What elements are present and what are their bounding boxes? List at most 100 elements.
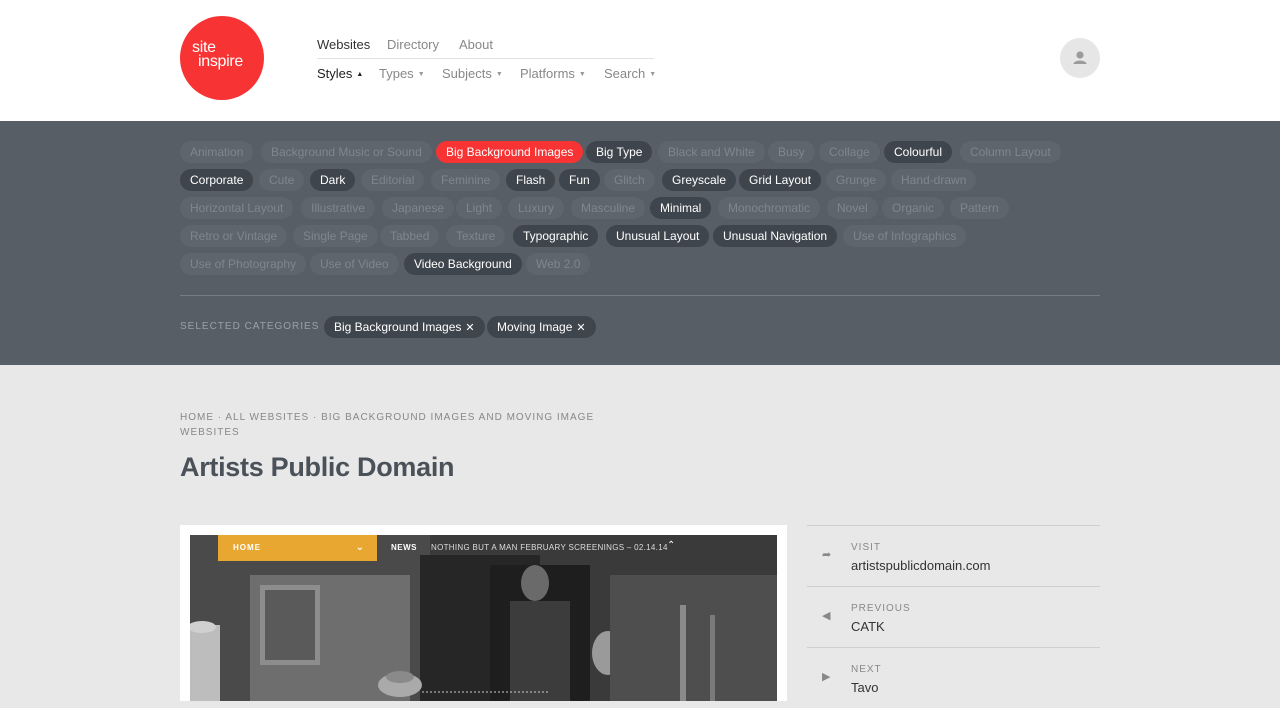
tag-horizontal-layout[interactable]: Horizontal Layout	[180, 197, 294, 219]
page-title: Artists Public Domain	[180, 452, 455, 482]
tag-dark[interactable]: Dark	[310, 169, 356, 191]
nav-about[interactable]: About	[459, 37, 493, 52]
caret-down-icon: ▼	[649, 71, 657, 78]
tag-collage[interactable]: Collage	[819, 141, 880, 163]
site-sidebar: ➦ VISIT artistspublicdomain.com ◀ PREVIO…	[807, 525, 1100, 708]
tag-texture[interactable]: Texture	[446, 225, 506, 247]
chevron-up-icon: ⌃	[667, 540, 676, 551]
tag-use-of-photography[interactable]: Use of Photography	[180, 253, 307, 275]
tag-background-music[interactable]: Background Music or Sound	[261, 141, 432, 163]
primary-nav: Websites Directory About	[317, 36, 654, 59]
tag-video-background[interactable]: Video Background	[404, 253, 522, 275]
logo-text-inspire: inspire	[198, 53, 244, 70]
tag-use-of-infographics[interactable]: Use of Infographics	[843, 225, 967, 247]
tag-illustrative[interactable]: Illustrative	[301, 197, 376, 219]
nav-subjects-label: Subjects	[442, 66, 492, 81]
next-site-name[interactable]: Tavo	[851, 680, 878, 695]
mini-home-label: HOME	[233, 543, 261, 552]
tag-big-type[interactable]: Big Type	[586, 141, 653, 163]
previous-label: PREVIOUS	[851, 603, 911, 614]
tag-unusual-layout[interactable]: Unusual Layout	[606, 225, 710, 247]
tag-pattern[interactable]: Pattern	[950, 197, 1009, 219]
nav-styles-label: Styles	[317, 66, 353, 81]
previous-site-name[interactable]: CATK	[851, 619, 885, 634]
nav-platforms-label: Platforms	[520, 66, 575, 81]
tag-greyscale[interactable]: Greyscale	[662, 169, 737, 191]
visit-url[interactable]: artistspublicdomain.com	[851, 558, 990, 573]
styles-filter-panel: Animation Background Music or Sound Big …	[0, 121, 1280, 365]
tag-cute[interactable]: Cute	[259, 169, 305, 191]
tag-japanese[interactable]: Japanese	[382, 197, 455, 219]
caret-down-icon: ▼	[578, 71, 586, 78]
user-account-button[interactable]	[1060, 38, 1100, 78]
mini-news-ticker: NOTHING BUT A MAN FEBRUARY SCREENINGS – …	[431, 543, 668, 552]
selected-tag-moving-image[interactable]: Moving Image ✕	[487, 316, 596, 338]
user-icon	[1073, 51, 1087, 64]
tag-busy[interactable]: Busy	[768, 141, 815, 163]
visit-label: VISIT	[851, 542, 882, 553]
nav-platforms[interactable]: Platforms ▼	[520, 66, 586, 81]
filter-divider	[180, 295, 1100, 296]
remove-icon[interactable]: ✕	[465, 322, 474, 334]
nav-websites[interactable]: Websites	[317, 37, 370, 52]
visit-link[interactable]: ➦ VISIT artistspublicdomain.com	[807, 525, 1100, 586]
nav-types[interactable]: Types ▼	[379, 66, 425, 81]
tag-glitch[interactable]: Glitch	[604, 169, 655, 191]
selected-tag-big-background-images[interactable]: Big Background Images ✕	[324, 316, 485, 338]
caret-down-icon: ▼	[417, 71, 425, 78]
tag-editorial[interactable]: Editorial	[361, 169, 425, 191]
selected-tag-label: Big Background Images	[334, 320, 462, 334]
caret-down-icon: ▼	[495, 71, 503, 78]
mini-home-menu: HOME ⌄	[218, 535, 377, 561]
remove-icon[interactable]: ✕	[576, 322, 585, 334]
tag-grid-layout[interactable]: Grid Layout	[739, 169, 822, 191]
tag-minimal[interactable]: Minimal	[650, 197, 712, 219]
share-arrow-icon: ➦	[822, 549, 832, 561]
triangle-right-icon: ▶	[822, 671, 831, 683]
previous-link[interactable]: ◀ PREVIOUS CATK	[807, 586, 1100, 647]
tag-colourful[interactable]: Colourful	[884, 141, 953, 163]
tag-corporate[interactable]: Corporate	[180, 169, 254, 191]
tag-flash[interactable]: Flash	[506, 169, 556, 191]
tag-use-of-video[interactable]: Use of Video	[310, 253, 399, 275]
selected-categories-label: SELECTED CATEGORIES	[180, 321, 320, 332]
nav-search-label: Search	[604, 66, 646, 81]
tag-monochromatic[interactable]: Monochromatic	[718, 197, 821, 219]
triangle-left-icon: ◀	[822, 610, 831, 622]
breadcrumb[interactable]: HOME · ALL WEBSITES · BIG BACKGROUND IMA…	[180, 410, 620, 440]
nav-search[interactable]: Search ▼	[604, 66, 656, 81]
tag-retro-or-vintage[interactable]: Retro or Vintage	[180, 225, 288, 247]
site-header: site inspire Websites Directory About St…	[0, 0, 1280, 121]
nav-directory[interactable]: Directory	[387, 37, 439, 52]
next-link[interactable]: ▶ NEXT Tavo	[807, 647, 1100, 708]
tag-hand-drawn[interactable]: Hand-drawn	[891, 169, 977, 191]
mini-news-label: NEWS	[391, 543, 417, 552]
tag-tabbed[interactable]: Tabbed	[380, 225, 440, 247]
tag-light[interactable]: Light	[456, 197, 503, 219]
chevron-down-icon: ⌄	[355, 542, 365, 553]
tag-black-and-white[interactable]: Black and White	[658, 141, 765, 163]
tag-typographic[interactable]: Typographic	[513, 225, 599, 247]
tag-single-page[interactable]: Single Page	[293, 225, 378, 247]
nav-subjects[interactable]: Subjects ▼	[442, 66, 503, 81]
tag-fun[interactable]: Fun	[559, 169, 600, 191]
tag-luxury[interactable]: Luxury	[508, 197, 565, 219]
tag-column-layout[interactable]: Column Layout	[960, 141, 1061, 163]
tag-big-background-images[interactable]: Big Background Images	[436, 141, 584, 163]
next-label: NEXT	[851, 664, 882, 675]
tag-organic[interactable]: Organic	[882, 197, 945, 219]
tag-web-2-0[interactable]: Web 2.0	[526, 253, 591, 275]
siteinspire-logo[interactable]: site inspire	[180, 16, 264, 100]
selected-tag-label: Moving Image	[497, 320, 573, 334]
tag-feminine[interactable]: Feminine	[431, 169, 501, 191]
tag-masculine[interactable]: Masculine	[571, 197, 646, 219]
tag-unusual-navigation[interactable]: Unusual Navigation	[713, 225, 838, 247]
tag-animation[interactable]: Animation	[180, 141, 254, 163]
caret-up-icon: ▲	[356, 71, 364, 78]
site-screenshot-frame[interactable]: HOME ⌄ NEWS NOTHING BUT A MAN FEBRUARY SC…	[180, 525, 787, 701]
nav-types-label: Types	[379, 66, 414, 81]
tag-novel[interactable]: Novel	[827, 197, 878, 219]
tag-grunge[interactable]: Grunge	[826, 169, 887, 191]
site-screenshot: HOME ⌄ NEWS NOTHING BUT A MAN FEBRUARY SC…	[190, 535, 777, 701]
nav-styles[interactable]: Styles ▲	[317, 66, 363, 81]
